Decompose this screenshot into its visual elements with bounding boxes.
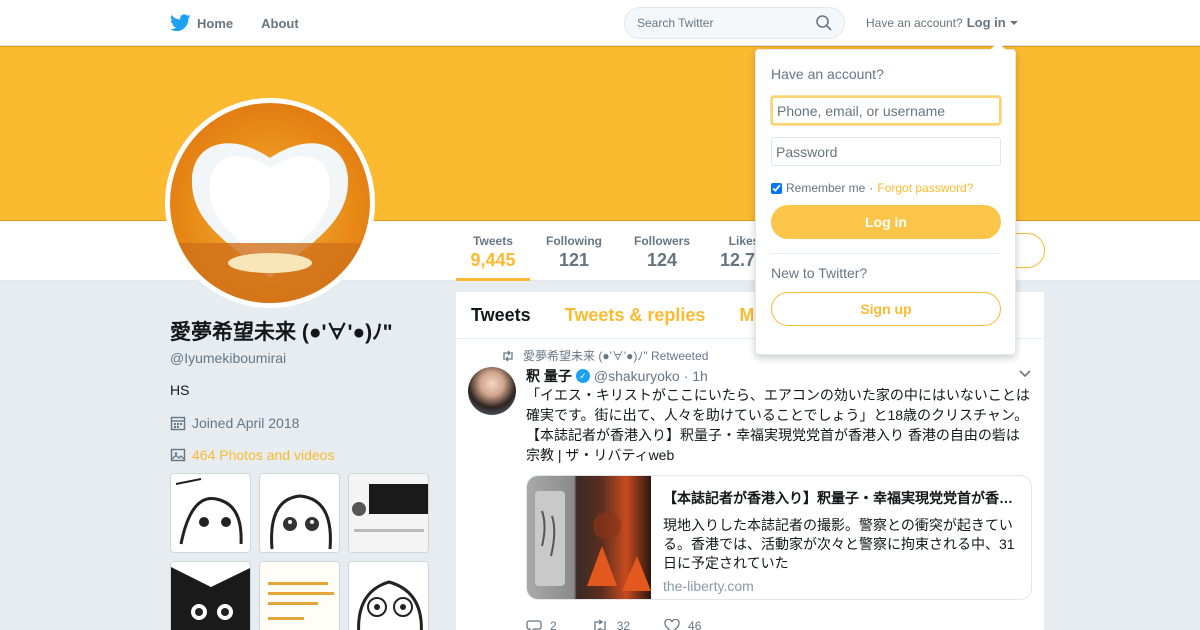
remember-me-label[interactable]: Remember me [786,181,865,195]
stat-following-label: Following [546,234,602,248]
manga-thumbnail-image [171,562,250,630]
photo-thumbnail[interactable] [170,561,251,630]
chevron-down-icon[interactable] [1018,366,1032,380]
profile-name[interactable]: 愛夢希望未来 (●'∀'●)ﾉ" [170,316,440,346]
retweet-icon [503,350,513,361]
tweet-timestamp[interactable]: · 1h [684,368,708,384]
stat-followers-label: Followers [633,234,690,248]
link-card-domain: the-liberty.com [663,578,754,594]
remember-row: Remember me · Forgot password? [771,181,1000,195]
remember-me-checkbox[interactable] [771,182,782,194]
stat-followers-value: 124 [646,250,678,270]
photo-thumbnail[interactable] [259,561,340,630]
link-card-description: 現地入りした本誌記者の撮影。警察との衝突が起きている。香港では、活動家が次々と警… [663,517,1015,571]
text-thumbnail-image [260,562,339,630]
new-to-twitter-text: New to Twitter? [771,265,868,281]
avatar-image [170,143,370,303]
password-field[interactable] [771,137,1001,166]
tweet-header: 釈 量子 ✓ @shakuryoko · 1h [526,366,1032,386]
card-photo-image [535,491,651,591]
stat-tweets[interactable]: Tweets 9,445 [456,221,530,281]
profile-handle[interactable]: @Iyumekiboumirai [170,350,440,366]
like-count: 46 [688,619,702,630]
caret-down-icon[interactable] [1009,20,1018,25]
nav-about-label: About [261,15,299,31]
have-account-text: Have an account? [866,15,963,30]
photos-videos-link[interactable]: 464 Photos and videos [192,447,334,463]
joined-date: Joined April 2018 [170,415,440,431]
tab-tweets[interactable]: Tweets [471,305,531,326]
photo-thumbnail[interactable] [348,561,429,630]
global-nav: Home About [170,0,299,46]
forgot-password-link[interactable]: Forgot password? [877,181,973,195]
nav-home[interactable]: Home [170,14,233,32]
tweet-author-avatar[interactable] [468,367,516,415]
manga-thumbnail-image [349,562,428,630]
signup-button[interactable]: Sign up [771,292,1001,326]
login-button[interactable]: Log in [771,205,1001,239]
reply-icon [526,620,542,630]
account-menu: Have an account? Log in [866,15,1018,30]
login-dropdown: Have an account? Remember me · Forgot pa… [755,42,1016,355]
reply-count: 2 [550,619,557,630]
stat-following-value: 121 [558,250,590,270]
retweet-count: 32 [616,619,631,630]
stat-followers[interactable]: Followers 124 [628,221,696,281]
top-navigation-bar: Home About Have an account? Log in [0,0,1200,46]
login-dropdown-title: Have an account? [771,66,884,82]
manga-thumbnail-image [260,474,339,552]
dropdown-arrow [990,42,1006,50]
stat-tweets-value: 9,445 [470,250,516,270]
retweet-context: 愛夢希望未来 (●'∀'●)ﾉ" Retweeted [501,347,708,364]
tweet-author-handle[interactable]: @shakuryoko [594,368,680,384]
profile-bio: HS [170,382,190,398]
tweet-actions: 2 32 46 [526,619,701,630]
verified-badge-icon: ✓ [575,369,590,383]
dropdown-divider [771,253,1000,254]
like-action[interactable]: 46 [664,619,701,630]
photo-icon [170,448,186,462]
retweet-action[interactable]: 32 [591,619,630,630]
profile-sidebar: 愛夢希望未来 (●'∀'●)ﾉ" @Iyumekiboumirai HS Joi… [170,316,440,463]
link-card-title: 【本誌記者が香港入り】釈量子・幸福実現党党首が香港入り 香港の自由の砦は宗教 [663,490,1019,506]
photo-thumbnail-image [349,474,428,552]
separator-dot: · [869,181,874,195]
stat-tweets-label: Tweets [473,234,513,248]
tab-tweets-and-replies[interactable]: Tweets & replies [565,305,706,326]
heart-icon [664,619,680,630]
link-card[interactable]: 【本誌記者が香港入り】釈量子・幸福実現党党首が香港入り 香港の自由の砦は宗教 現… [526,475,1032,600]
nav-about[interactable]: About [261,16,299,31]
photo-thumbnail[interactable] [348,473,429,553]
search-icon[interactable] [816,15,832,31]
link-card-image [527,476,651,599]
photo-thumbnail[interactable] [170,473,251,553]
username-field[interactable] [771,96,1001,125]
nav-home-label: Home [197,15,234,31]
reply-action[interactable]: 2 [526,619,557,630]
twitter-bird-icon [170,14,191,32]
search-input[interactable] [637,16,807,30]
manga-thumbnail-image [171,474,250,552]
photo-thumbnail[interactable] [259,473,340,553]
tweet-text: 「イエス・キリストがここにいたら、エアコンの効いた家の中にはいないことは確実です… [526,387,1030,463]
calendar-icon [170,416,186,431]
stat-following[interactable]: Following 121 [540,221,608,281]
joined-text: Joined April 2018 [192,415,300,431]
photos-link-row: 464 Photos and videos [170,447,440,463]
link-card-body: 【本誌記者が香港入り】釈量子・幸福実現党党首が香港入り 香港の自由の砦は宗教 現… [651,476,1031,599]
retweet-icon [594,619,606,630]
search-box[interactable] [624,7,845,39]
retweeted-by-text[interactable]: 愛夢希望未来 (●'∀'●)ﾉ" Retweeted [523,347,708,364]
photo-grid [170,473,430,630]
profile-avatar[interactable] [165,98,375,308]
login-dropdown-toggle[interactable]: Log in [967,15,1006,30]
tweet-author-name[interactable]: 釈 量子 [526,366,572,386]
